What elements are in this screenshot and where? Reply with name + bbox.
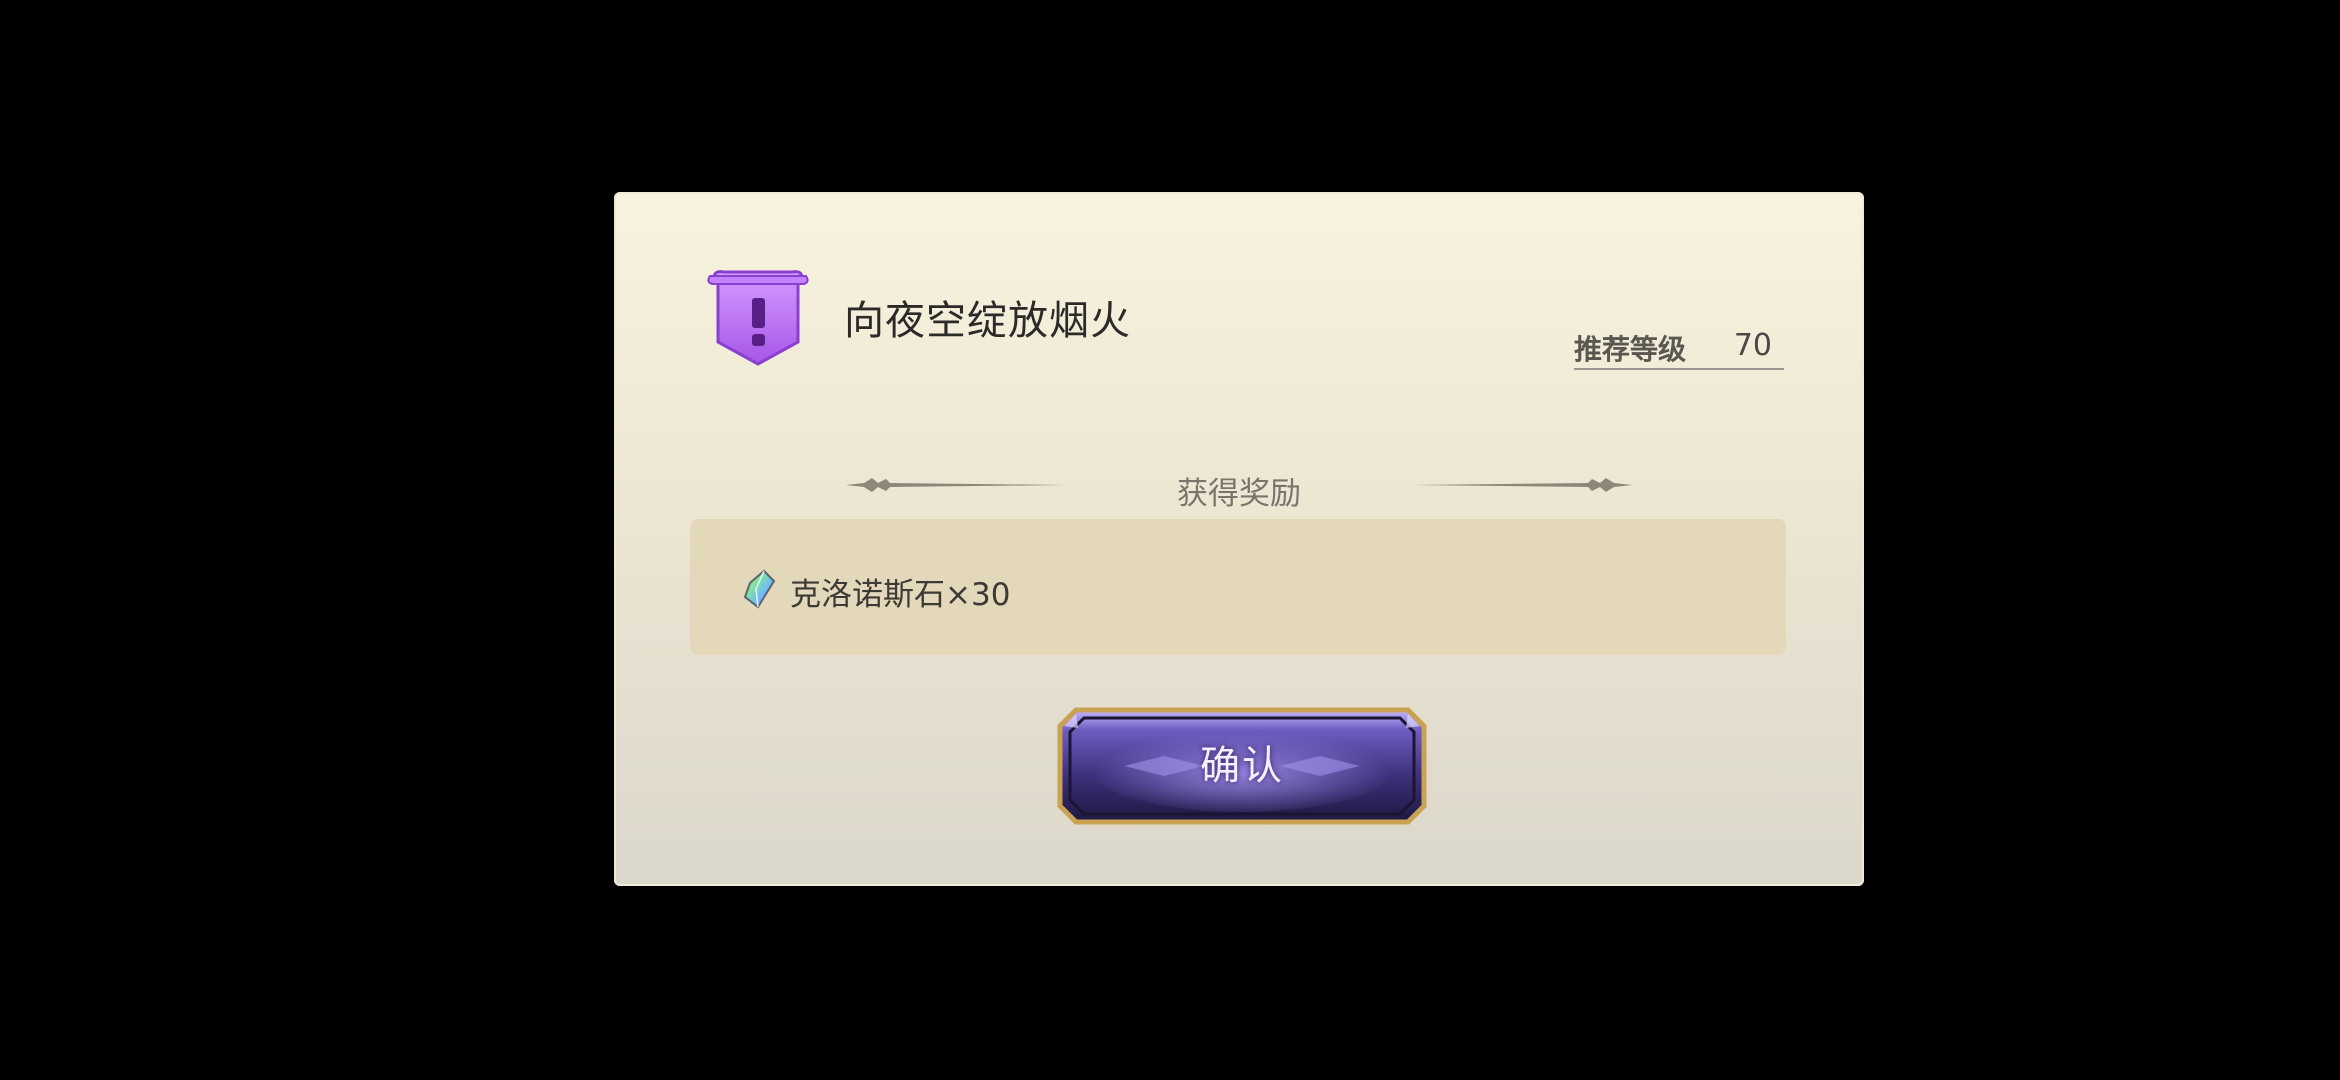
quest-title: 向夜空绽放烟火 xyxy=(844,298,1131,344)
recommended-level-label: 推荐等级 xyxy=(1574,333,1687,366)
rewards-list: 克洛诺斯石×30 xyxy=(690,519,1786,655)
reward-item-label: 克洛诺斯石×30 xyxy=(790,577,1011,613)
rewards-heading: 获得奖励 xyxy=(1177,476,1301,512)
confirm-button[interactable]: 确认 xyxy=(1054,704,1430,828)
recommended-level-value: 70 xyxy=(1733,328,1772,363)
exclamation-shield-icon xyxy=(700,268,816,372)
chronos-stone-crystal-icon xyxy=(742,569,776,609)
ornament-divider-right xyxy=(1412,470,1632,500)
quest-reward-dialog: 向夜空绽放烟火 推荐等级 70 获得奖励 克洛诺斯石×30 确认 xyxy=(614,192,1864,886)
recommended-level: 推荐等级 70 xyxy=(1574,328,1784,370)
confirm-button-label: 确认 xyxy=(1200,743,1284,789)
